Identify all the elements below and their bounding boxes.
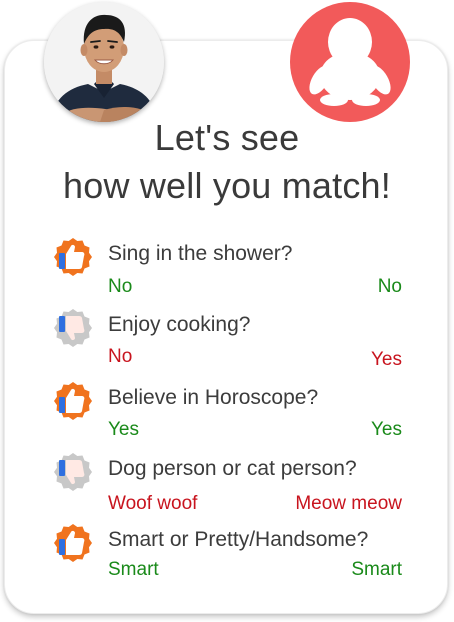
- user-avatar-photo[interactable]: [44, 2, 164, 122]
- partner-answer: No: [377, 276, 402, 297]
- your-answer: Woof woof: [108, 493, 198, 514]
- question-text: Enjoy cooking?: [108, 313, 251, 336]
- partner-answer: Smart: [351, 559, 402, 580]
- partner-answer: Yes: [371, 349, 402, 370]
- your-answer: Smart: [108, 559, 159, 580]
- thumbs-up-badge-icon: [53, 523, 93, 563]
- thumbs-up-badge-icon: [53, 237, 93, 277]
- user-photo-image: [44, 2, 164, 122]
- your-answer: Yes: [108, 419, 139, 440]
- thumbs-down-badge-icon: [53, 308, 93, 348]
- question-text: Sing in the shower?: [108, 242, 293, 265]
- match-screen: Let's see how well you match! Sing in th…: [0, 0, 454, 622]
- title-line-2: how well you match!: [63, 165, 391, 206]
- question-text: Believe in Horoscope?: [108, 386, 319, 409]
- question-item: Smart or Pretty/Handsome? Smart Smart: [0, 523, 454, 589]
- partner-answer: Yes: [371, 419, 402, 440]
- thumbs-up-badge-icon: [53, 381, 93, 421]
- question-item: Dog person or cat person? Woof woof Meow…: [0, 452, 454, 518]
- question-item: Believe in Horoscope? Yes Yes: [0, 381, 454, 447]
- your-answer: No: [108, 276, 133, 297]
- question-text: Smart or Pretty/Handsome?: [108, 528, 369, 551]
- penguin-placeholder-icon: [309, 18, 391, 106]
- question-item: Sing in the shower? No No: [0, 237, 454, 303]
- question-item: Enjoy cooking? No Yes: [0, 308, 454, 374]
- page-title: Let's see how well you match!: [0, 114, 454, 210]
- question-text: Dog person or cat person?: [108, 457, 357, 480]
- thumbs-down-badge-icon: [53, 452, 93, 492]
- partner-answer: Meow meow: [295, 493, 402, 514]
- your-answer: No: [108, 346, 133, 367]
- title-line-1: Let's see: [154, 117, 300, 158]
- partner-avatar[interactable]: [290, 2, 410, 122]
